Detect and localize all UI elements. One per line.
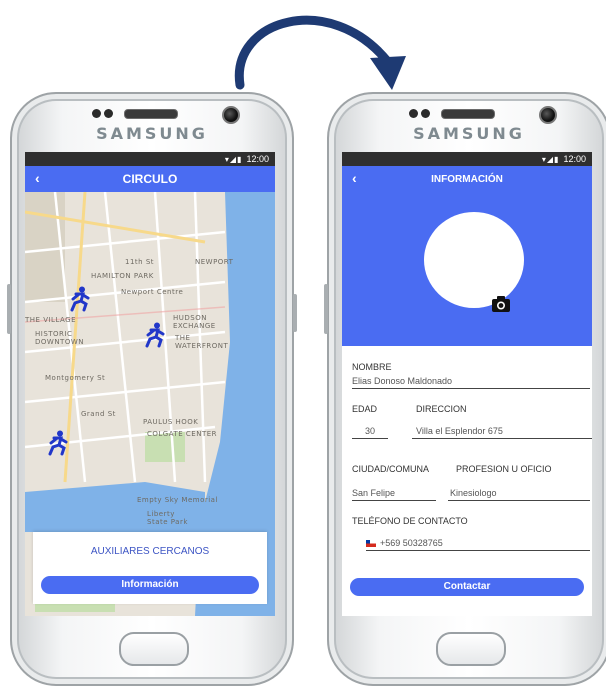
runner-marker-icon[interactable] [142, 322, 166, 348]
nombre-field[interactable]: Elias Donoso Maldonado [352, 374, 590, 389]
map-label: HAMILTON PARK [91, 272, 154, 280]
telefono-value: +569 50328765 [380, 538, 443, 548]
phone-left: SAMSUNG ▾◢▮ 12:00 ‹ CIRCULO HAMILTON PAR… [7, 92, 297, 686]
edad-label: EDAD [352, 404, 378, 414]
sensor-dot [92, 109, 101, 118]
volume-key [324, 284, 328, 334]
telefono-field[interactable]: +569 50328765 [366, 536, 590, 551]
camera-icon[interactable] [492, 296, 510, 312]
avatar[interactable] [424, 212, 524, 308]
speaker-grille [441, 109, 495, 119]
status-icons: ▾◢▮ [224, 154, 243, 164]
map-label: NEWPORT [195, 258, 234, 266]
sensor-dot [104, 109, 113, 118]
screen-title: INFORMACIÓN [431, 173, 503, 185]
flow-arrow [234, 15, 406, 90]
ciudad-field[interactable]: San Felipe [352, 486, 436, 501]
status-time: 12:00 [563, 154, 586, 164]
profile-header: ‹ INFORMACIÓN [342, 166, 592, 346]
front-camera [222, 106, 240, 124]
map-label: Grand St [81, 410, 116, 418]
status-time: 12:00 [246, 154, 269, 164]
app-bar: ‹ INFORMACIÓN [342, 166, 592, 192]
home-button[interactable] [119, 632, 189, 666]
sensor-dot [409, 109, 418, 118]
chevron-left-icon[interactable]: ‹ [352, 170, 357, 186]
map-label: COLGATE CENTER [147, 430, 217, 438]
map-label: 11th St [125, 258, 155, 266]
info-button[interactable]: Información [41, 576, 259, 594]
map-label: Liberty State Park [147, 510, 188, 526]
sensor-dot [421, 109, 430, 118]
brand-logo: SAMSUNG [413, 124, 525, 143]
edad-field[interactable]: 30 [352, 424, 388, 439]
map-label: PAULUS HOOK [143, 418, 199, 426]
screen-title: CIRCULO [122, 172, 178, 186]
info-screen: ▾◢▮ 12:00 ‹ INFORMACIÓN NOMBRE Elias Don… [342, 152, 592, 616]
profile-form: NOMBRE Elias Donoso Maldonado EDAD DIREC… [342, 346, 592, 616]
map-label: Montgomery St [45, 374, 106, 382]
profesion-field[interactable]: Kinesiologo [448, 486, 590, 501]
chile-flag-icon [366, 540, 376, 548]
front-camera [539, 106, 557, 124]
runner-marker-icon[interactable] [45, 430, 69, 456]
map-label: THE VILLAGE [25, 316, 77, 324]
power-key [293, 294, 297, 332]
brand-logo: SAMSUNG [96, 124, 208, 143]
map-label: HISTORIC DOWNTOWN [35, 330, 85, 346]
direccion-field[interactable]: Villa el Esplendor 675 [412, 424, 592, 439]
telefono-label: TELÉFONO DE CONTACTO [352, 516, 468, 526]
map-label: Empty Sky Memorial [137, 496, 218, 504]
ciudad-label: CIUDAD/COMUNA [352, 464, 430, 474]
nombre-label: NOMBRE [352, 362, 392, 372]
map-label: THE WATERFRONT [175, 334, 229, 350]
phone-right: SAMSUNG ▾◢▮ 12:00 ‹ INFORMACIÓN NOMBRE E… [324, 92, 606, 686]
home-button[interactable] [436, 632, 506, 666]
map-label: Newport Centre [121, 288, 184, 296]
status-bar: ▾◢▮ 12:00 [25, 152, 275, 166]
map-screen: ▾◢▮ 12:00 ‹ CIRCULO HAMILTON PARK NEWPOR… [25, 152, 275, 616]
map-label: HUDSON EXCHANGE [173, 314, 216, 330]
volume-key [7, 284, 11, 334]
speaker-grille [124, 109, 178, 119]
status-bar: ▾◢▮ 12:00 [342, 152, 592, 166]
status-icons: ▾◢▮ [541, 154, 560, 164]
nearby-card: AUXILIARES CERCANOS Información [33, 532, 267, 604]
chevron-left-icon[interactable]: ‹ [35, 170, 40, 186]
nearby-card-title: AUXILIARES CERCANOS [90, 546, 210, 557]
map-view[interactable]: HAMILTON PARK NEWPORT Newport Centre THE… [25, 192, 275, 616]
profesion-label: PROFESION U OFICIO [456, 464, 552, 474]
direccion-label: DIRECCION [416, 404, 467, 414]
contact-button[interactable]: Contactar [350, 578, 584, 596]
runner-marker-icon[interactable] [67, 286, 91, 312]
app-bar: ‹ CIRCULO [25, 166, 275, 192]
